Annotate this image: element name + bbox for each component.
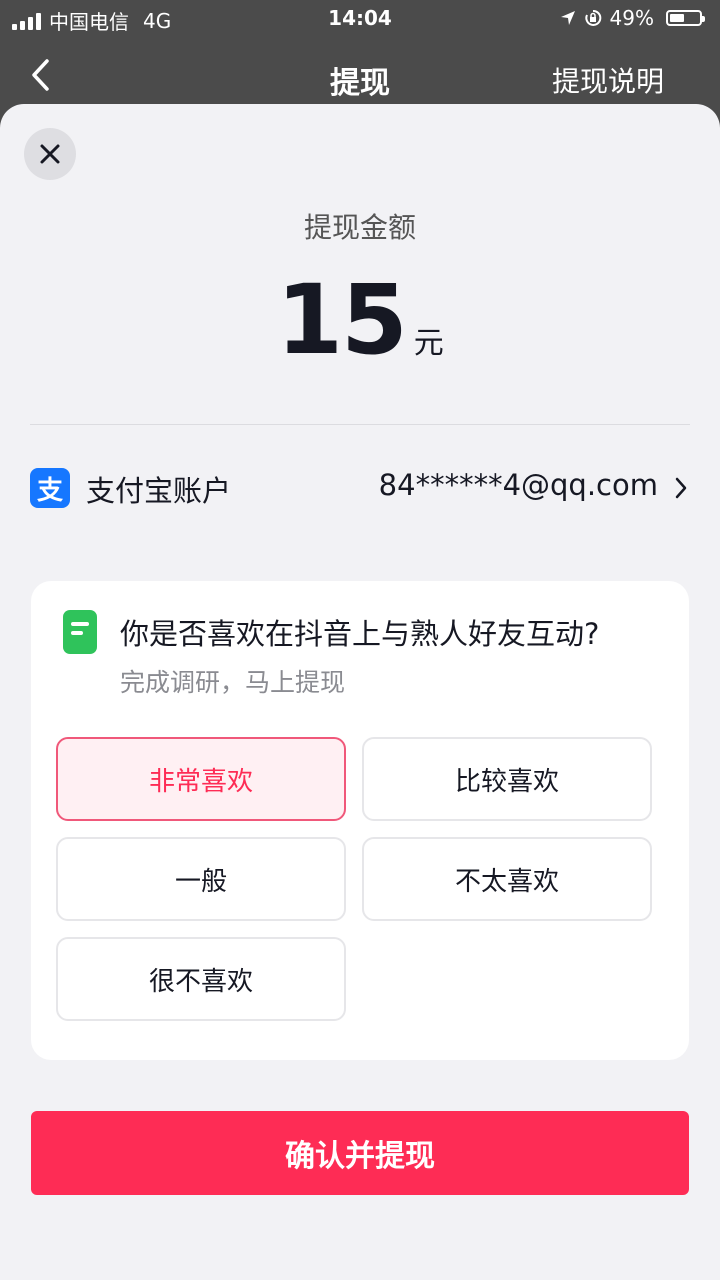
confirm-withdraw-button[interactable]: 确认并提现 (31, 1111, 689, 1195)
survey-option-very-like[interactable]: 非常喜欢 (56, 737, 346, 821)
status-right: 49% (560, 6, 705, 30)
close-button[interactable] (24, 128, 76, 180)
survey-option-neutral[interactable]: 一般 (56, 837, 346, 921)
close-icon (40, 144, 60, 164)
orientation-lock-icon (584, 9, 601, 26)
withdraw-sheet: 提现金额 15 元 支 支付宝账户 84******4@qq.com 你是否喜欢在… (0, 104, 720, 1280)
alipay-icon: 支 (30, 468, 70, 508)
survey-document-icon (63, 610, 97, 654)
chevron-right-icon (675, 477, 687, 499)
survey-card: 你是否喜欢在抖音上与熟人好友互动? 完成调研，马上提现 非常喜欢 比较喜欢 一般… (31, 581, 689, 1060)
amount-row: 15 元 (0, 264, 720, 376)
account-label: 支付宝账户 (86, 474, 232, 508)
survey-option-like[interactable]: 比较喜欢 (362, 737, 652, 821)
nav-bar: 提现 提现说明 (0, 36, 720, 106)
amount-unit: 元 (413, 326, 444, 361)
account-email: 84******4@qq.com (378, 468, 658, 502)
alipay-account-row[interactable]: 支 支付宝账户 84******4@qq.com (30, 464, 690, 514)
battery-icon (666, 10, 705, 26)
location-icon (560, 11, 575, 25)
amount-label: 提现金额 (303, 211, 416, 244)
amount-value: 15 (276, 264, 408, 376)
battery-percent: 49% (609, 6, 654, 30)
battery-fill (670, 14, 684, 22)
survey-question: 你是否喜欢在抖音上与熟人好友互动? (120, 617, 600, 651)
survey-option-dislike[interactable]: 不太喜欢 (362, 837, 652, 921)
survey-option-strongly-dislike[interactable]: 很不喜欢 (56, 937, 346, 1021)
survey-subtitle: 完成调研，马上提现 (120, 668, 346, 697)
divider (30, 424, 690, 425)
status-bar: 中国电信 4G 14:04 49% (0, 0, 720, 36)
withdraw-info-link[interactable]: 提现说明 (552, 60, 664, 100)
